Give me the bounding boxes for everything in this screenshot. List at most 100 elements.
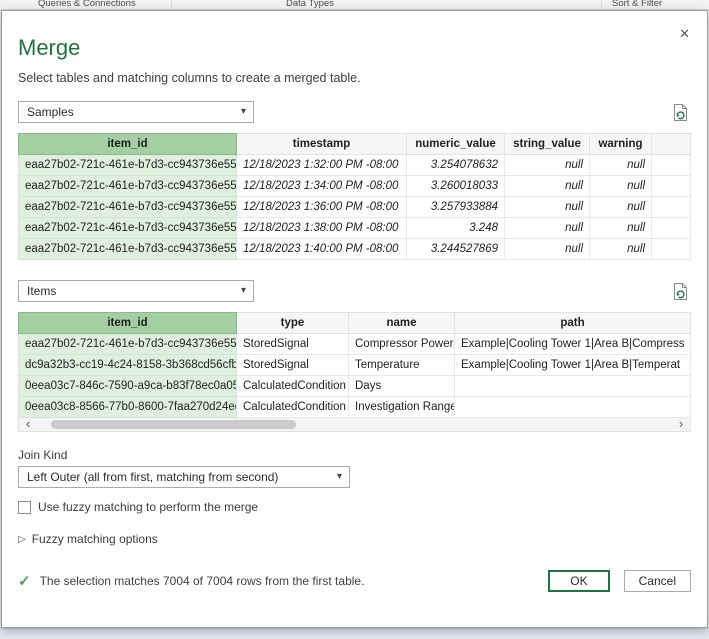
column-header-item-id[interactable]: item_id xyxy=(19,313,237,334)
table-row: eaa27b02-721c-461e-b7d3-cc943736e559 12/… xyxy=(19,176,691,197)
second-table-select-value: Items xyxy=(27,284,56,298)
table-row: eaa27b02-721c-461e-b7d3-cc943736e559 Sto… xyxy=(19,334,691,355)
scrollbar-track[interactable] xyxy=(37,418,672,431)
cell-name[interactable]: Temperature xyxy=(349,355,455,376)
column-header-warning[interactable]: warning xyxy=(590,134,652,155)
cell-item-id[interactable]: 0eea03c8-8566-77b0-8600-7faa270d24ed xyxy=(19,397,237,418)
table-row: dc9a32b3-cc19-4c24-8158-3b368cd56cfb Sto… xyxy=(19,355,691,376)
first-table-select-value: Samples xyxy=(27,105,74,119)
cell-string-value[interactable]: null xyxy=(505,218,590,239)
ok-button[interactable]: OK xyxy=(548,570,609,592)
join-kind-label: Join Kind xyxy=(18,448,691,462)
cell-numeric-value[interactable]: 3.260018033 xyxy=(407,176,505,197)
ribbon-group-queries-connections: Queries & Connections xyxy=(38,0,136,9)
fuzzy-matching-option[interactable]: Use fuzzy matching to perform the merge xyxy=(18,500,691,514)
column-header-type[interactable]: type xyxy=(237,313,349,334)
cell-name[interactable]: Compressor Power xyxy=(349,334,455,355)
cell-warning[interactable]: null xyxy=(590,155,652,176)
ribbon-group-sort-filter: Sort & Filter xyxy=(612,0,662,9)
merge-dialog: ✕ Merge Select tables and matching colum… xyxy=(1,10,708,628)
column-header-item-id[interactable]: item_id xyxy=(19,134,237,155)
cell-warning[interactable]: null xyxy=(590,218,652,239)
cell-item-id[interactable]: eaa27b02-721c-461e-b7d3-cc943736e559 xyxy=(19,334,237,355)
excel-ribbon-fragment: Queries & Connections Data Types Sort & … xyxy=(0,0,709,10)
cancel-button[interactable]: Cancel xyxy=(624,570,691,592)
cell-warning[interactable]: null xyxy=(590,176,652,197)
column-header-name[interactable]: name xyxy=(349,313,455,334)
column-header-timestamp[interactable]: timestamp xyxy=(237,134,407,155)
cell-timestamp[interactable]: 12/18/2023 1:36:00 PM -08:00 xyxy=(237,197,407,218)
cell-warning[interactable]: null xyxy=(590,197,652,218)
table-row: 0eea03c7-846c-7590-a9ca-b83f78ec0a05 Cal… xyxy=(19,376,691,397)
table-row: eaa27b02-721c-461e-b7d3-cc943736e559 12/… xyxy=(19,218,691,239)
cell-item-id[interactable]: eaa27b02-721c-461e-b7d3-cc943736e559 xyxy=(19,197,237,218)
cell-name[interactable]: Days xyxy=(349,376,455,397)
column-header-numeric-value[interactable]: numeric_value xyxy=(407,134,505,155)
fuzzy-matching-checkbox-label: Use fuzzy matching to perform the merge xyxy=(38,500,258,514)
fuzzy-matching-checkbox[interactable] xyxy=(18,501,31,514)
cell-path[interactable]: Example|Cooling Tower 1|Area B|Temperat xyxy=(455,355,691,376)
cell-item-id[interactable]: eaa27b02-721c-461e-b7d3-cc943736e559 xyxy=(19,176,237,197)
expander-triangle-icon: ▷ xyxy=(18,534,26,545)
ribbon-separator xyxy=(601,0,602,10)
scroll-right-icon[interactable]: › xyxy=(672,418,690,431)
header-row: item_id timestamp numeric_value string_v… xyxy=(19,134,691,155)
cell-item-id[interactable]: 0eea03c7-846c-7590-a9ca-b83f78ec0a05 xyxy=(19,376,237,397)
refresh-preview-icon[interactable] xyxy=(671,282,689,301)
cell-timestamp[interactable]: 12/18/2023 1:32:00 PM -08:00 xyxy=(237,155,407,176)
join-kind-select[interactable]: Left Outer (all from first, matching fro… xyxy=(18,466,350,488)
dialog-subtitle: Select tables and matching columns to cr… xyxy=(18,71,691,85)
cell-numeric-value[interactable]: 3.248 xyxy=(407,218,505,239)
worksheet-fragment xyxy=(0,628,709,639)
match-status-message: The selection matches 7004 of 7004 rows … xyxy=(40,574,365,588)
refresh-preview-icon[interactable] xyxy=(671,103,689,122)
column-header-filler xyxy=(652,134,691,155)
cell-path[interactable]: Example|Cooling Tower 1|Area B|Compress xyxy=(455,334,691,355)
table-row: eaa27b02-721c-461e-b7d3-cc943736e559 12/… xyxy=(19,197,691,218)
cell-filler xyxy=(652,218,691,239)
table-row: eaa27b02-721c-461e-b7d3-cc943736e559 12/… xyxy=(19,155,691,176)
cell-string-value[interactable]: null xyxy=(505,239,590,260)
cell-timestamp[interactable]: 12/18/2023 1:40:00 PM -08:00 xyxy=(237,239,407,260)
cell-string-value[interactable]: null xyxy=(505,176,590,197)
cell-timestamp[interactable]: 12/18/2023 1:34:00 PM -08:00 xyxy=(237,176,407,197)
cell-type[interactable]: StoredSignal xyxy=(237,355,349,376)
cell-warning[interactable]: null xyxy=(590,239,652,260)
scrollbar-thumb[interactable] xyxy=(51,420,296,429)
cell-numeric-value[interactable]: 3.254078632 xyxy=(407,155,505,176)
ribbon-group-data-types: Data Types xyxy=(286,0,334,9)
cell-numeric-value[interactable]: 3.244527869 xyxy=(407,239,505,260)
cell-path[interactable] xyxy=(455,376,691,397)
first-preview-table: item_id timestamp numeric_value string_v… xyxy=(18,133,691,260)
cell-filler xyxy=(652,197,691,218)
cell-string-value[interactable]: null xyxy=(505,155,590,176)
chevron-down-icon: ▾ xyxy=(241,285,246,296)
cell-type[interactable]: CalculatedCondition xyxy=(237,376,349,397)
chevron-down-icon: ▾ xyxy=(337,471,342,482)
cell-string-value[interactable]: null xyxy=(505,197,590,218)
cell-item-id[interactable]: eaa27b02-721c-461e-b7d3-cc943736e559 xyxy=(19,155,237,176)
cell-path[interactable] xyxy=(455,397,691,418)
fuzzy-options-expander[interactable]: ▷ Fuzzy matching options xyxy=(18,532,691,546)
second-preview-table: item_id type name path eaa27b02-721c-461… xyxy=(18,312,691,418)
cell-item-id[interactable]: eaa27b02-721c-461e-b7d3-cc943736e559 xyxy=(19,239,237,260)
column-header-string-value[interactable]: string_value xyxy=(505,134,590,155)
dialog-title: Merge xyxy=(18,35,691,61)
first-table-select[interactable]: Samples ▾ xyxy=(18,101,254,123)
cell-numeric-value[interactable]: 3.257933884 xyxy=(407,197,505,218)
cell-timestamp[interactable]: 12/18/2023 1:38:00 PM -08:00 xyxy=(237,218,407,239)
cell-name[interactable]: Investigation Range xyxy=(349,397,455,418)
cell-type[interactable]: StoredSignal xyxy=(237,334,349,355)
horizontal-scrollbar[interactable]: ‹ › xyxy=(18,418,691,432)
cell-filler xyxy=(652,155,691,176)
second-table-select[interactable]: Items ▾ xyxy=(18,280,254,302)
scroll-left-icon[interactable]: ‹ xyxy=(19,418,37,431)
table-row: eaa27b02-721c-461e-b7d3-cc943736e559 12/… xyxy=(19,239,691,260)
close-icon[interactable]: ✕ xyxy=(677,25,692,43)
cell-type[interactable]: CalculatedCondition xyxy=(237,397,349,418)
join-kind-select-value: Left Outer (all from first, matching fro… xyxy=(27,470,278,484)
cell-item-id[interactable]: dc9a32b3-cc19-4c24-8158-3b368cd56cfb xyxy=(19,355,237,376)
ribbon-separator xyxy=(171,0,172,10)
column-header-path[interactable]: path xyxy=(455,313,691,334)
cell-item-id[interactable]: eaa27b02-721c-461e-b7d3-cc943736e559 xyxy=(19,218,237,239)
